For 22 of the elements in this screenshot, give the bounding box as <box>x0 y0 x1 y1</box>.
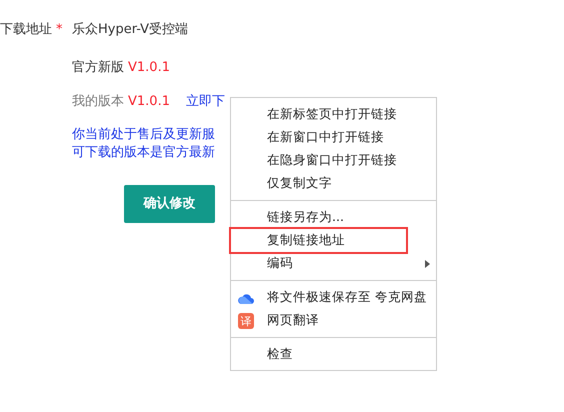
menu-item[interactable]: 复制链接地址 <box>231 229 406 252</box>
menu-item[interactable]: 在隐身窗口中打开链接 <box>231 149 436 172</box>
menu-item[interactable]: 仅复制文字 <box>231 172 436 195</box>
product-name: 乐众Hyper-V受控端 <box>72 21 188 40</box>
menu-item[interactable]: 链接另存为... <box>231 206 436 229</box>
menu-item[interactable]: 译 网页翻译 <box>231 309 436 332</box>
confirm-button[interactable]: 确认修改 <box>124 185 215 223</box>
menu-item[interactable]: 编码 <box>231 252 436 275</box>
menu-item[interactable]: 在新标签页中打开链接 <box>231 103 436 126</box>
my-version: V1.0.1 <box>128 93 170 112</box>
official-version-label: 官方新版 <box>72 59 124 78</box>
menu-item[interactable]: 检查 <box>231 343 436 366</box>
menu-item[interactable]: 将文件极速保存至 夸克网盘 <box>231 286 436 309</box>
notice-text: 可下载的版本是官方最新 <box>72 144 215 162</box>
translate-icon: 译 <box>238 313 254 329</box>
my-version-label: 我的版本 <box>72 93 124 112</box>
menu-item[interactable]: 在新窗口中打开链接 <box>231 126 436 149</box>
required-mark: * <box>56 21 62 40</box>
official-version: V1.0.1 <box>128 59 170 78</box>
notice-text: 你当前处于售后及更新服 <box>72 126 215 144</box>
download-link[interactable]: 立即下 <box>186 92 225 112</box>
field-label: 下载地址 <box>0 21 52 40</box>
